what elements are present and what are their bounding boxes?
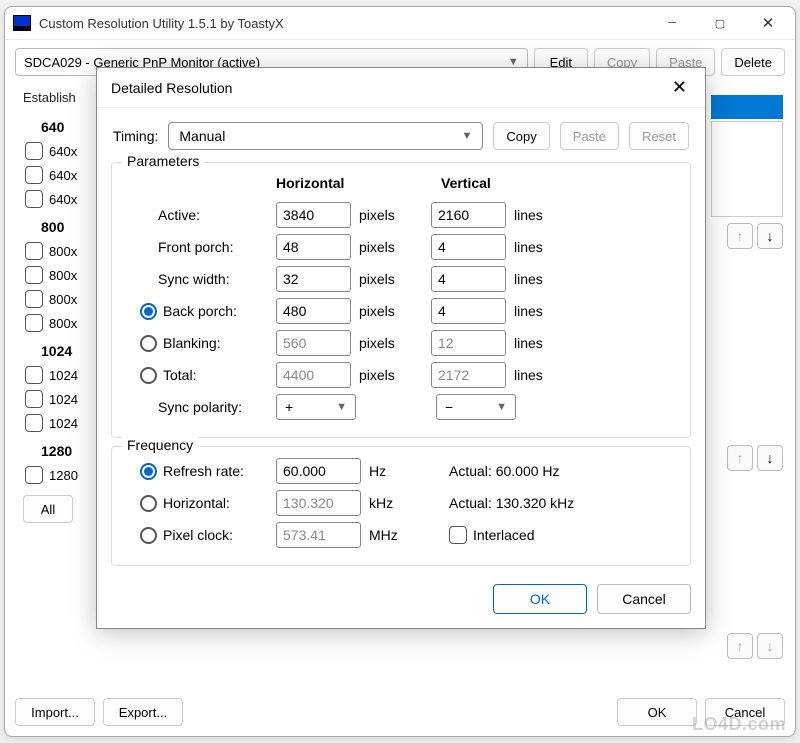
move-down-button[interactable]: ↓ (757, 633, 783, 659)
blanking-v-input[interactable] (431, 330, 506, 356)
vertical-header: Vertical (441, 175, 606, 191)
frontporch-h-input[interactable] (276, 234, 351, 260)
export-button[interactable]: Export... (103, 698, 183, 726)
dialog-paste-button[interactable]: Paste (560, 122, 619, 150)
dialog-close-button[interactable]: ✕ (664, 75, 695, 100)
checkbox[interactable] (25, 190, 43, 208)
backporch-radio[interactable] (140, 303, 157, 320)
checkbox[interactable] (25, 266, 43, 284)
checkbox[interactable] (25, 314, 43, 332)
move-down-button[interactable]: ↓ (757, 445, 783, 471)
checkbox[interactable] (25, 366, 43, 384)
checkbox[interactable] (25, 466, 43, 484)
side-panel: ↑ ↓ ↑ ↓ ↑ ↓ (711, 95, 783, 659)
move-up-button[interactable]: ↑ (727, 445, 753, 471)
syncwidth-h-input[interactable] (276, 266, 351, 292)
detailed-resolution-dialog: Detailed Resolution ✕ Timing: Manual ▼ C… (96, 67, 706, 629)
parameters-fieldset: Parameters Horizontal Vertical Active: p… (111, 162, 691, 438)
minimize-button[interactable]: ─ (649, 8, 695, 38)
checkbox[interactable] (25, 390, 43, 408)
delete-button[interactable]: Delete (721, 48, 785, 76)
selected-resolution[interactable] (711, 95, 783, 119)
checkbox[interactable] (25, 290, 43, 308)
checkbox[interactable] (25, 166, 43, 184)
syncwidth-v-input[interactable] (431, 266, 506, 292)
refresh-input[interactable] (276, 458, 361, 484)
resolution-listbox[interactable] (711, 121, 783, 217)
pixelclock-radio[interactable] (140, 527, 157, 544)
watermark: LO4D.com (692, 714, 786, 735)
refresh-radio[interactable] (140, 463, 157, 480)
total-v-input[interactable] (431, 362, 506, 388)
horizontal-header: Horizontal (276, 175, 441, 191)
horizontal-input[interactable] (276, 490, 361, 516)
horizontal-actual: Actual: 130.320 kHz (421, 495, 574, 511)
interlaced-checkbox[interactable] (449, 526, 467, 544)
frontporch-v-input[interactable] (431, 234, 506, 260)
timing-select[interactable]: Manual ▼ (168, 122, 483, 150)
checkbox[interactable] (25, 242, 43, 260)
frequency-fieldset: Frequency Refresh rate: Hz Actual: 60.00… (111, 446, 691, 566)
all-button[interactable]: All (23, 495, 73, 523)
dialog-ok-button[interactable]: OK (493, 584, 587, 614)
import-button[interactable]: Import... (15, 698, 95, 726)
refresh-actual: Actual: 60.000 Hz (421, 463, 560, 479)
sync-polarity-h-select[interactable]: +▼ (276, 394, 356, 420)
dialog-cancel-button[interactable]: Cancel (597, 584, 691, 614)
main-ok-button[interactable]: OK (617, 698, 697, 726)
blanking-radio[interactable] (140, 335, 157, 352)
sync-polarity-v-select[interactable]: −▼ (436, 394, 516, 420)
total-h-input[interactable] (276, 362, 351, 388)
move-up-button[interactable]: ↑ (727, 223, 753, 249)
titlebar: Custom Resolution Utility 1.5.1 by Toast… (5, 7, 795, 40)
backporch-v-input[interactable] (431, 298, 506, 324)
checkbox[interactable] (25, 142, 43, 160)
total-radio[interactable] (140, 367, 157, 384)
active-v-input[interactable] (431, 202, 506, 228)
dialog-reset-button[interactable]: Reset (629, 122, 689, 150)
backporch-h-input[interactable] (276, 298, 351, 324)
timing-label: Timing: (113, 128, 158, 144)
blanking-h-input[interactable] (276, 330, 351, 356)
chevron-down-icon: ▼ (336, 401, 347, 413)
move-down-button[interactable]: ↓ (757, 223, 783, 249)
checkbox[interactable] (25, 414, 43, 432)
move-up-button[interactable]: ↑ (727, 633, 753, 659)
app-icon (13, 15, 31, 31)
pixelclock-input[interactable] (276, 522, 361, 548)
maximize-button[interactable]: ▢ (697, 8, 743, 38)
chevron-down-icon: ▼ (496, 401, 507, 413)
dialog-title: Detailed Resolution (111, 80, 664, 96)
window-title: Custom Resolution Utility 1.5.1 by Toast… (39, 16, 649, 31)
active-h-input[interactable] (276, 202, 351, 228)
chevron-down-icon: ▼ (462, 130, 473, 142)
horizontal-radio[interactable] (140, 495, 157, 512)
dialog-copy-button[interactable]: Copy (493, 122, 549, 150)
close-button[interactable]: ✕ (745, 8, 791, 38)
